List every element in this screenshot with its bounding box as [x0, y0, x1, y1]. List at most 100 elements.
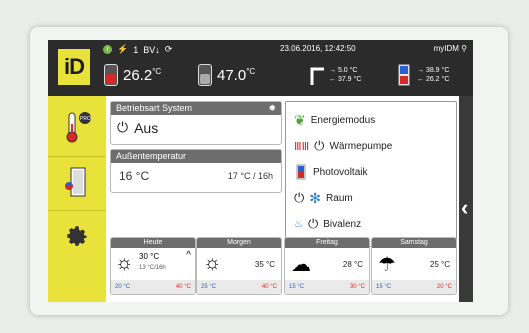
weather-body: ☂ 25 °C	[372, 248, 456, 278]
sun-icon: ☼	[115, 252, 134, 274]
outdoor-temp-title: Außentemperatur	[111, 150, 281, 163]
weather-body: ☼ 35 °C	[197, 248, 281, 278]
thermometer-icon: PRO	[66, 112, 91, 143]
system-mode-label: Aus	[134, 119, 159, 136]
tank2-temp-block: 47.0°C	[198, 62, 255, 88]
mode-energiemodus[interactable]: ❦ Energiemodus	[294, 110, 375, 130]
modes-panel: ❦ Energiemodus ⅢⅢ ⏻ Wärmepumpe Photovolt…	[285, 101, 457, 247]
heatpump-icon	[398, 64, 410, 86]
mode-label: Photovoltaik	[313, 166, 368, 178]
weather-card-friday[interactable]: Freitag ☁ 28 °C 15 °C 30 °C	[284, 237, 370, 295]
weather-max: 40 °C	[261, 284, 277, 290]
snowflake-icon: ✻	[309, 189, 322, 206]
weather-card-tomorrow[interactable]: Morgen ☼ 35 °C 25 °C 40 °C	[196, 237, 282, 295]
weather-minmax: 15 °C 20 °C	[372, 280, 456, 294]
datetime: 23.06.2016, 12:42:50	[280, 44, 356, 53]
weather-max: 20 °C	[436, 284, 452, 290]
sync-icon: ⟳	[164, 44, 173, 54]
sidebar-item-settings[interactable]	[48, 210, 106, 261]
mode-label: Energiemodus	[310, 114, 376, 126]
hp-top: → 38.9 °C	[417, 67, 450, 74]
cloud-count: 1	[133, 44, 139, 55]
leaf-icon: ❦	[294, 111, 306, 128]
flow-block: → 5.0 °C ← 37.9 °C	[310, 62, 361, 88]
door-icon	[65, 167, 86, 197]
mode-bivalenz[interactable]: ♨ ⏻ Bivalenz	[294, 214, 361, 234]
flow-top: → 5.0 °C	[329, 67, 358, 74]
pro-badge: PRO	[80, 116, 91, 122]
outdoor-current: 16 °C	[119, 169, 150, 183]
weather-minmax: 20 °C 40 °C	[111, 280, 195, 294]
heatpump-temps: → 38.9 °C ← 26.2 °C	[417, 66, 449, 84]
weather-min: 15 °C	[376, 284, 392, 290]
heater-icon: ⅢⅢ	[294, 140, 310, 153]
weather-temp: 25 °C	[429, 260, 450, 269]
pipe-icon	[310, 67, 324, 85]
weather-temp: 35 °C	[254, 260, 275, 269]
touch-screen: iD i ⚡ 1 BV↓ ⟳ 23.06.2016, 12:42:50 myID…	[48, 40, 473, 302]
weather-max: 30 °C	[349, 284, 365, 290]
tank1-temp: 26.2°C	[123, 66, 162, 84]
weather-card-saturday[interactable]: Samstag ☂ 25 °C 15 °C 20 °C	[371, 237, 457, 295]
weather-min: 25 °C	[201, 284, 217, 290]
power-icon: ⏻	[117, 119, 129, 135]
pv-tank-icon	[296, 164, 306, 180]
chevron-up-icon[interactable]: ^	[186, 250, 191, 261]
gear-icon	[67, 226, 87, 246]
outdoor-temp-panel[interactable]: Außentemperatur 16 °C 17 °C / 16h	[110, 149, 282, 193]
device-name: myIDM ⚲	[433, 44, 467, 53]
weather-day: Samstag	[372, 238, 456, 248]
system-mode-title: Betriebsart System ✹	[111, 102, 281, 115]
power-icon: ⏻	[314, 138, 325, 153]
mode-label: Bivalenz	[323, 218, 362, 230]
weather-day: Freitag	[285, 238, 369, 248]
system-mode-panel[interactable]: Betriebsart System ✹ ⏻ Aus	[110, 101, 282, 145]
outdoor-temp-row: 16 °C 17 °C / 16h	[111, 163, 281, 183]
mode-indicator: BV↓	[143, 44, 160, 55]
cloud-icon: ☁	[291, 254, 311, 276]
system-settings-icon[interactable]: ✹	[268, 102, 276, 115]
weather-min: 20 °C	[115, 284, 131, 290]
weather-body: ☼ 30 °C ^ 13 °C/16h	[111, 248, 195, 278]
mode-waermepumpe[interactable]: ⅢⅢ ⏻ Wärmepumpe	[294, 136, 392, 156]
weather-minmax: 15 °C 30 °C	[285, 280, 369, 294]
chevron-left-icon[interactable]: ‹	[461, 195, 468, 221]
weather-sub: 13 °C/16h	[139, 265, 166, 271]
power-icon: ⏻	[294, 190, 305, 205]
tank1-temp-block: 26.2°C	[104, 62, 161, 88]
sidebar-item-door[interactable]	[48, 156, 106, 207]
outdoor-forecast: 17 °C / 16h	[227, 171, 273, 181]
pv-icon: ⚡	[117, 44, 129, 54]
sidebar-item-thermometer[interactable]: PRO	[48, 102, 106, 152]
system-mode-value: ⏻ Aus	[111, 115, 281, 140]
mode-label: Raum	[326, 192, 353, 204]
mode-label: Wärmepumpe	[329, 140, 393, 152]
mode-raum[interactable]: ⏻ ✻ Raum	[294, 188, 353, 208]
info-badge: i	[103, 45, 112, 54]
weather-max: 40 °C	[175, 284, 191, 290]
weather-minmax: 25 °C 40 °C	[197, 280, 281, 294]
power-icon: ⏻	[307, 216, 319, 231]
tank2-temp: 47.0°C	[217, 66, 256, 84]
weather-temp: 28 °C	[342, 260, 363, 269]
flow-bottom: ← 37.9 °C	[329, 76, 362, 83]
bivalenz-icon: ♨	[294, 218, 303, 230]
tank2-icon	[198, 64, 212, 86]
mode-photovoltaik[interactable]: Photovoltaik	[294, 162, 367, 182]
status-icons: i ⚡ 1 BV↓ ⟳	[103, 44, 172, 55]
idm-logo: iD	[58, 49, 90, 85]
sun-icon: ☼	[203, 252, 222, 274]
weather-body: ☁ 28 °C	[285, 248, 369, 278]
weather-day: Morgen	[197, 238, 281, 248]
flow-temps: → 5.0 °C ← 37.9 °C	[329, 66, 361, 84]
weather-card-today[interactable]: Heute ☼ 30 °C ^ 13 °C/16h 20 °C 40 °C	[110, 237, 196, 295]
hp-bottom: ← 26.2 °C	[417, 76, 450, 83]
heatpump-block: → 38.9 °C ← 26.2 °C	[398, 62, 449, 88]
weather-min: 15 °C	[289, 284, 305, 290]
rain-cloud-icon: ☂	[378, 254, 396, 276]
sidebar: PRO	[48, 96, 106, 302]
weather-day: Heute	[111, 238, 195, 248]
tank1-icon	[104, 64, 118, 86]
top-bar: iD i ⚡ 1 BV↓ ⟳ 23.06.2016, 12:42:50 myID…	[48, 40, 473, 96]
weather-temp: 30 °C	[139, 252, 160, 261]
